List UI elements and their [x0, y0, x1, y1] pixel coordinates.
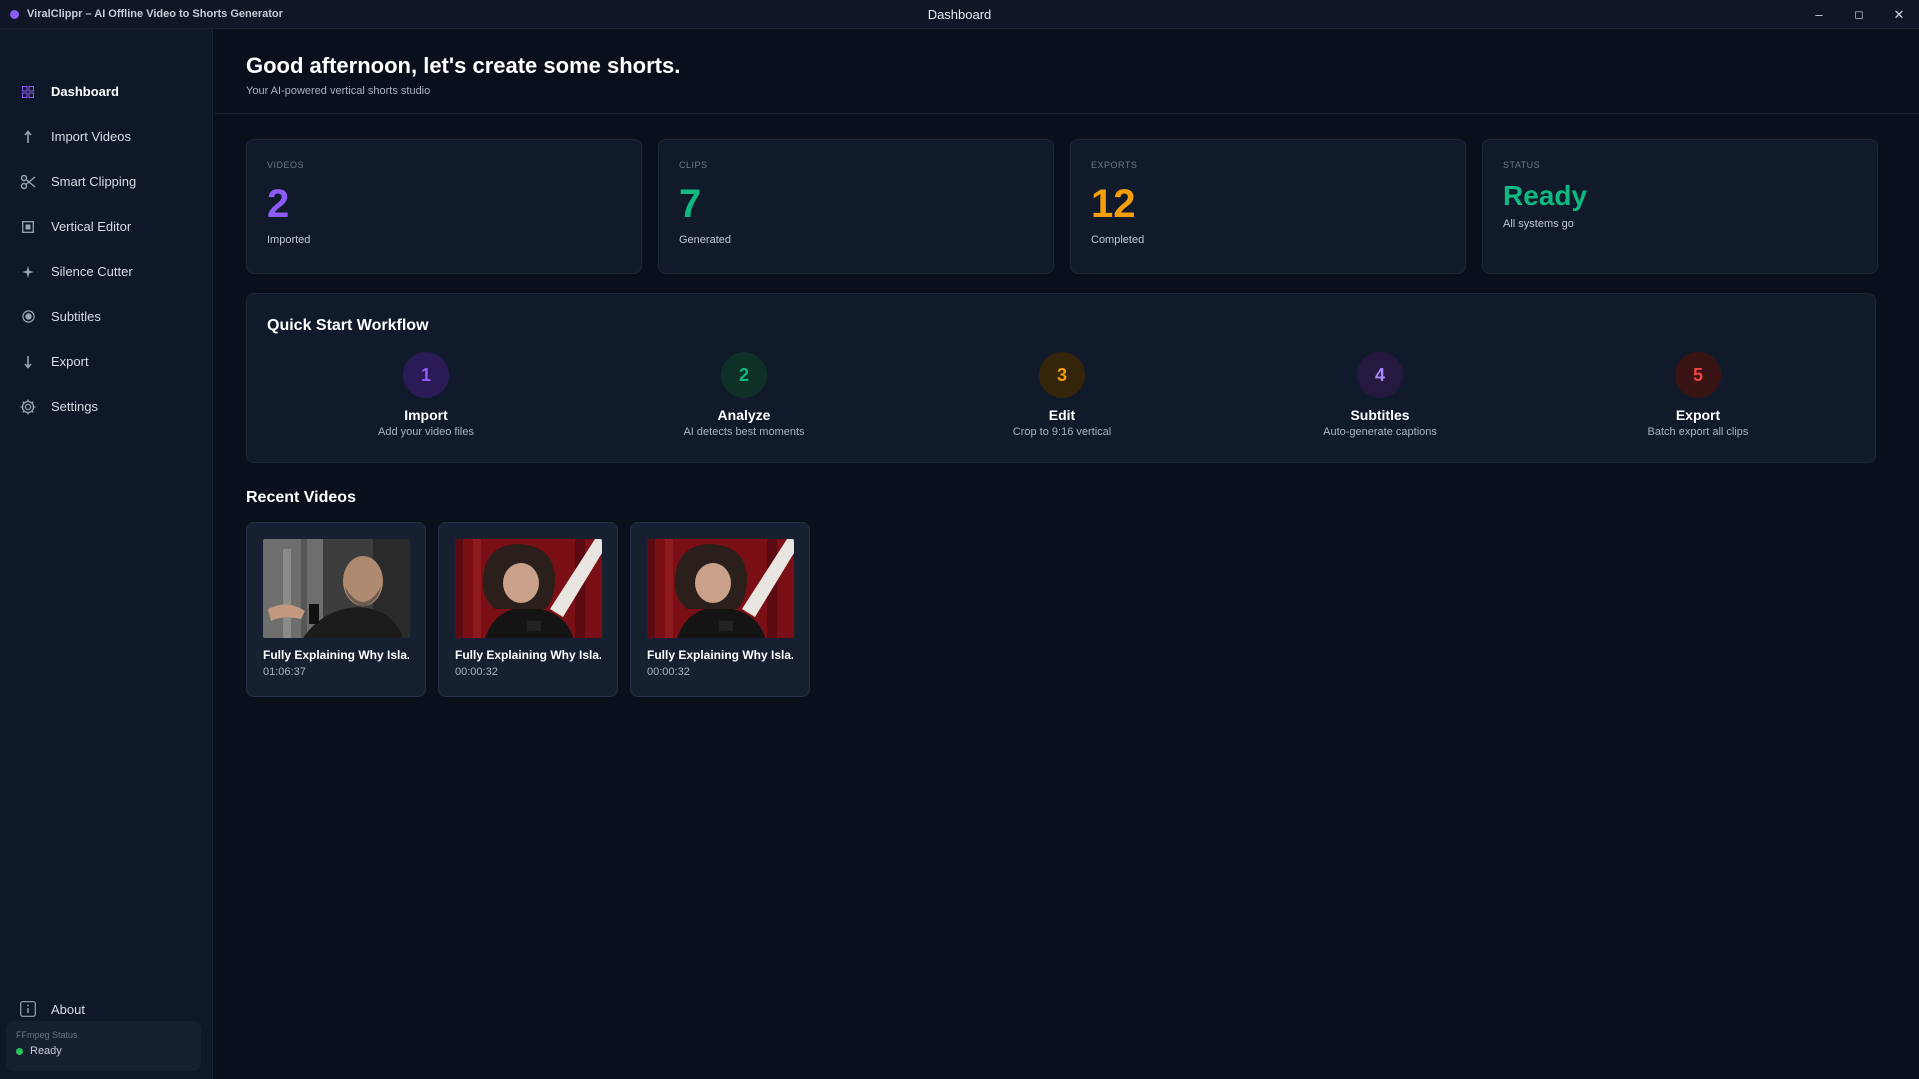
maximize-button[interactable]: ◻	[1839, 0, 1879, 29]
video-card[interactable]: Fully Explaining Why Isla... 00:00:32	[630, 522, 810, 697]
grid-icon	[18, 85, 38, 98]
sidebar-item-label: Silence Cutter	[51, 264, 133, 279]
sidebar-item-label: Smart Clipping	[51, 174, 137, 189]
step-description: Add your video files	[378, 426, 474, 438]
sidebar-item-dashboard[interactable]: Dashboard	[0, 69, 213, 114]
title-bar: ViralClippr – AI Offline Video to Shorts…	[0, 0, 1919, 29]
circle-dot-icon	[18, 310, 38, 323]
step-description: Auto-generate captions	[1323, 426, 1437, 438]
workflow-step-analyze[interactable]: 2 Analyze AI detects best moments	[634, 352, 854, 438]
ffmpeg-status-panel: FFmpeg Status Ready	[6, 1021, 201, 1071]
workflow-step-edit[interactable]: 3 Edit Crop to 9:16 vertical	[952, 352, 1172, 438]
status-dot-icon	[16, 1047, 23, 1055]
stat-card-status: STATUS Ready All systems go	[1482, 139, 1878, 274]
step-number: 4	[1357, 352, 1403, 398]
info-icon	[18, 1001, 38, 1017]
stat-value: 12	[1091, 182, 1136, 226]
step-description: AI detects best moments	[683, 426, 805, 438]
step-description: Batch export all clips	[1647, 426, 1749, 438]
ffmpeg-status-text: Ready	[30, 1045, 62, 1057]
stat-value: 7	[679, 182, 702, 226]
step-title: Subtitles	[1350, 407, 1410, 423]
recent-videos-list: Fully Explaining Why Isla... 01:06:37 Fu…	[246, 522, 810, 697]
sidebar-item-silence-cutter[interactable]: Silence Cutter	[0, 249, 213, 294]
stat-label: EXPORTS	[1091, 160, 1138, 170]
video-thumbnail	[455, 539, 602, 638]
close-button[interactable]: ✕	[1879, 0, 1919, 29]
sidebar-item-label: Settings	[51, 399, 98, 414]
recent-videos-title: Recent Videos	[246, 489, 356, 506]
app-logo-icon	[10, 9, 19, 19]
stat-value: Ready	[1503, 180, 1588, 211]
stat-subtext: Completed	[1091, 234, 1145, 246]
upload-icon	[18, 129, 38, 144]
step-description: Crop to 9:16 vertical	[1012, 426, 1112, 438]
page-header: Good afternoon, let's create some shorts…	[214, 29, 1919, 114]
video-thumbnail	[263, 539, 410, 638]
scissors-icon	[18, 174, 38, 190]
sidebar-item-label: Import Videos	[51, 129, 131, 144]
window-controls: – ◻ ✕	[1799, 0, 1919, 29]
step-number: 5	[1675, 352, 1721, 398]
workflow-step-subtitles[interactable]: 4 Subtitles Auto-generate captions	[1270, 352, 1490, 438]
sparkle-icon	[18, 265, 38, 278]
video-duration: 01:06:37	[263, 666, 306, 678]
sidebar-item-settings[interactable]: Settings	[0, 384, 213, 429]
video-title: Fully Explaining Why Isla...	[647, 648, 793, 662]
video-thumbnail	[647, 539, 794, 638]
square-icon	[18, 220, 38, 233]
page-title: Good afternoon, let's create some shorts…	[246, 53, 681, 78]
sidebar-item-vertical-editor[interactable]: Vertical Editor	[0, 204, 213, 249]
stat-subtext: Generated	[679, 234, 731, 246]
app-title: ViralClippr – AI Offline Video to Shorts…	[27, 8, 283, 20]
window-title: Dashboard	[927, 6, 992, 22]
video-duration: 00:00:32	[647, 666, 690, 678]
step-number: 1	[403, 352, 449, 398]
video-duration: 00:00:32	[455, 666, 498, 678]
step-title: Export	[1675, 407, 1721, 423]
step-title: Import	[404, 407, 448, 423]
quick-start-workflow: Quick Start Workflow 1 Import Add your v…	[246, 293, 1876, 463]
stat-card-exports: EXPORTS 12 Completed	[1070, 139, 1466, 274]
sidebar-item-import-videos[interactable]: Import Videos	[0, 114, 213, 159]
stats-row: VIDEOS 2 Imported CLIPS 7 Generated EXPO…	[246, 139, 1878, 274]
workflow-steps: 1 Import Add your video files 2 Analyze …	[247, 352, 1877, 452]
workflow-step-export[interactable]: 5 Export Batch export all clips	[1588, 352, 1808, 438]
step-title: Analyze	[717, 407, 771, 423]
workflow-title: Quick Start Workflow	[267, 317, 429, 334]
stat-value: 2	[267, 182, 290, 226]
step-number: 2	[721, 352, 767, 398]
page-subtitle: Your AI-powered vertical shorts studio	[246, 85, 431, 97]
video-title: Fully Explaining Why Isla...	[263, 648, 409, 662]
stat-label: CLIPS	[679, 160, 708, 170]
video-card[interactable]: Fully Explaining Why Isla... 00:00:32	[438, 522, 618, 697]
sidebar-item-label: Vertical Editor	[51, 219, 132, 234]
stat-subtext: Imported	[267, 234, 311, 246]
step-title: Edit	[1048, 407, 1076, 423]
ffmpeg-status-value: Ready	[16, 1045, 191, 1057]
sidebar-nav: Dashboard Import Videos Smart Clipping V…	[0, 69, 213, 429]
sidebar-item-label: Dashboard	[51, 84, 119, 99]
sidebar-item-label: Subtitles	[51, 309, 101, 324]
sidebar-item-label: Export	[51, 354, 89, 369]
sidebar-item-export[interactable]: Export	[0, 339, 213, 384]
stat-subtext: All systems go	[1503, 218, 1574, 230]
download-icon	[18, 355, 38, 369]
stat-card-videos: VIDEOS 2 Imported	[246, 139, 642, 274]
step-number: 3	[1039, 352, 1085, 398]
main-content: Good afternoon, let's create some shorts…	[214, 29, 1919, 1079]
workflow-step-import[interactable]: 1 Import Add your video files	[316, 352, 536, 438]
video-card[interactable]: Fully Explaining Why Isla... 01:06:37	[246, 522, 426, 697]
sidebar-item-smart-clipping[interactable]: Smart Clipping	[0, 159, 213, 204]
sidebar-item-label: About	[51, 1001, 85, 1017]
stat-label: STATUS	[1503, 160, 1541, 170]
ffmpeg-status-label: FFmpeg Status	[16, 1030, 78, 1040]
sidebar-item-subtitles[interactable]: Subtitles	[0, 294, 213, 339]
gear-icon	[18, 399, 38, 415]
stat-label: VIDEOS	[267, 160, 305, 170]
video-title: Fully Explaining Why Isla...	[455, 648, 601, 662]
sidebar: Dashboard Import Videos Smart Clipping V…	[0, 29, 213, 1079]
minimize-button[interactable]: –	[1799, 0, 1839, 29]
stat-card-clips: CLIPS 7 Generated	[658, 139, 1054, 274]
